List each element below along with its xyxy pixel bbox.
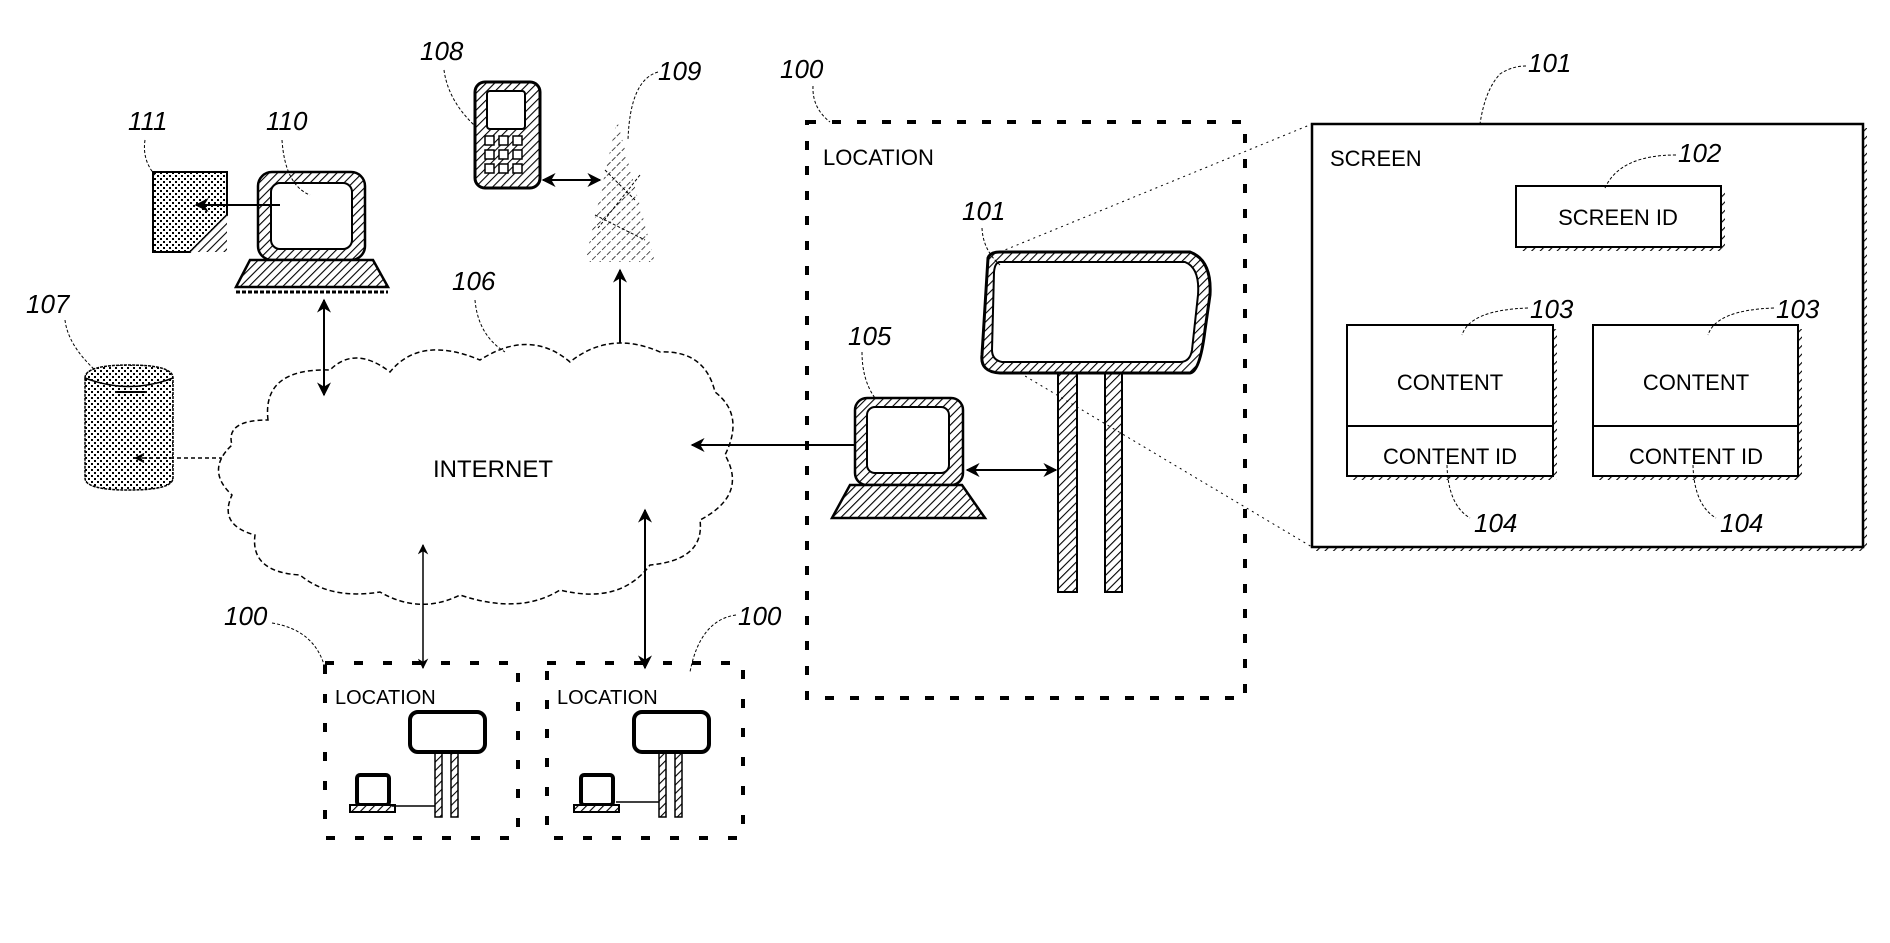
content-1-id-label: CONTENT ID — [1383, 444, 1517, 469]
leader-105 — [861, 351, 876, 399]
ref-104-a: 104 — [1474, 508, 1517, 538]
ref-100-main: 100 — [780, 54, 824, 84]
ref-100-b: 100 — [738, 601, 782, 631]
ref-103-b: 103 — [1776, 294, 1820, 324]
projection-line-top — [999, 123, 1313, 253]
leader-100-a — [271, 622, 326, 669]
ref-102: 102 — [1678, 138, 1722, 168]
mobile-phone-icon — [473, 80, 542, 190]
content-1-label: CONTENT — [1397, 370, 1503, 395]
database-icon — [84, 364, 174, 491]
content-2-id-label: CONTENT ID — [1629, 444, 1763, 469]
ref-103-a: 103 — [1530, 294, 1574, 324]
location-b-label: LOCATION — [557, 687, 658, 709]
ref-109: 109 — [658, 56, 701, 86]
leader-109 — [627, 71, 659, 141]
leader-111 — [144, 139, 156, 176]
billboard-display-icon — [980, 250, 1212, 593]
ref-100-a: 100 — [224, 601, 268, 631]
ref-104-b: 104 — [1720, 508, 1763, 538]
ref-106: 106 — [452, 266, 496, 296]
ref-107: 107 — [26, 289, 71, 319]
ref-101-display: 101 — [962, 196, 1005, 226]
leader-101-screen — [1479, 65, 1527, 125]
location-a-label: LOCATION — [335, 687, 436, 709]
ref-110: 110 — [266, 106, 308, 136]
content-2-label: CONTENT — [1643, 370, 1749, 395]
document-icon — [152, 171, 228, 253]
leader-106 — [474, 299, 506, 353]
main-location-label: LOCATION — [823, 145, 934, 170]
leader-100-main — [812, 85, 831, 123]
internet-label: INTERNET — [433, 456, 553, 483]
leader-108 — [443, 69, 475, 126]
local-computer-icon — [829, 396, 988, 520]
ref-111: 111 — [128, 106, 168, 136]
remote-computer-icon — [233, 170, 391, 294]
ref-101-screen: 101 — [1528, 48, 1571, 78]
leader-107 — [64, 319, 96, 371]
system-diagram: 111 110 107 108 109 INTERNET 106 LOCATIO… — [26, 36, 1867, 840]
ref-105: 105 — [848, 321, 892, 351]
screen-title: SCREEN — [1330, 146, 1422, 171]
screen-id-label: SCREEN ID — [1558, 205, 1678, 230]
ref-108: 108 — [420, 36, 464, 66]
cell-tower-icon — [585, 120, 655, 262]
